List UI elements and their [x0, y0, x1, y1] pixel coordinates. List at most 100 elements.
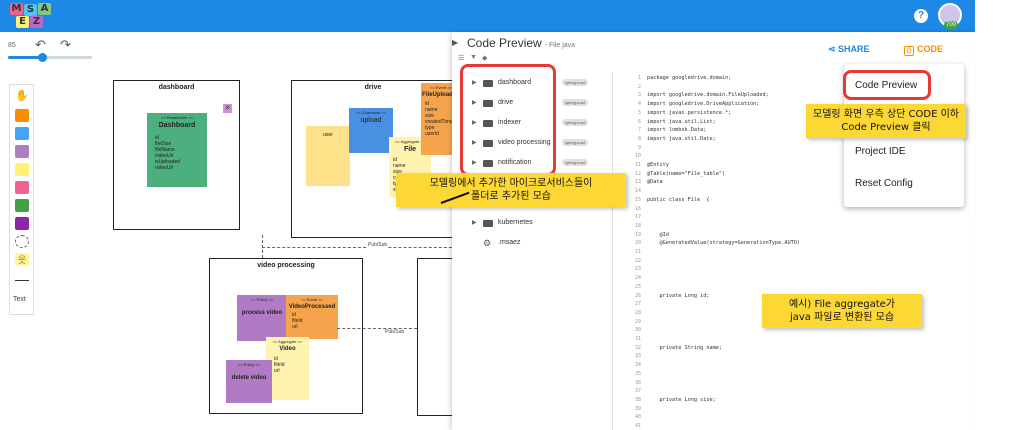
field-name: videoUrl [155, 165, 174, 171]
zoom-level: 85 [8, 42, 16, 49]
tree-badge: spring-boot [562, 79, 589, 86]
code-button[interactable]: {} CODE [904, 44, 943, 56]
undo-icon[interactable]: ↶ [35, 37, 46, 53]
code-icon: {} [904, 46, 914, 56]
redo-icon[interactable]: ↷ [60, 37, 71, 53]
line-number: 37 [634, 388, 641, 395]
filter-icon[interactable]: ▼ [470, 54, 477, 61]
line-number: 2 [637, 83, 641, 90]
collapse-icon[interactable]: ▶ [452, 38, 458, 47]
callout-java: 예시) File aggregate가 java 파일로 변환된 모습 [762, 294, 922, 328]
bc-title: dashboard [158, 84, 195, 91]
tree-item-label: .msaez [498, 239, 521, 246]
line-number: 31 [634, 336, 641, 342]
line-number: 27 [634, 301, 641, 308]
line-number: 35 [634, 370, 641, 377]
highlight-folders [460, 64, 556, 176]
line-number: 10 [634, 153, 641, 160]
connector [337, 328, 417, 329]
help-icon[interactable]: ? [914, 9, 928, 23]
sticky-readmodel-dashboard[interactable]: << ReadModel >> Dashboard id fileSize file… [147, 113, 207, 187]
code-line: import javax.persistence.*; [647, 109, 732, 116]
line-number: 25 [634, 283, 641, 290]
line-number: 28 [634, 309, 641, 316]
top-app-bar: MSAEZ ? 700 [0, 0, 975, 32]
sticky-policy-process-video[interactable]: << Policy >> process video [237, 295, 287, 341]
sticky-name: VideoProcessed [288, 304, 336, 310]
sticky-fields: id fileId url [266, 356, 309, 374]
line-number: 29 [634, 318, 641, 325]
bounded-context-video-processing[interactable]: video processing << Policy >> process vi… [209, 258, 363, 414]
zoom-slider[interactable] [8, 53, 92, 62]
code-line: import java.util.Date; [647, 135, 716, 142]
wrench-icon[interactable]: ✕ [223, 104, 232, 113]
line-number: 5 [637, 109, 641, 116]
line-number: 32 [634, 344, 641, 351]
share-icon: ⋖ [828, 44, 839, 54]
line-number: 19 [634, 231, 641, 238]
bounded-context-partial[interactable] [417, 258, 457, 416]
line-number: 30 [634, 327, 641, 334]
field-name: url [292, 324, 298, 330]
code-line: public class File { [647, 196, 710, 203]
line-number: 3 [637, 92, 641, 99]
diff-icon[interactable]: ◆ [482, 54, 487, 62]
sticky-actor-user[interactable]: user [306, 126, 350, 186]
callout-menu: 모델링 화면 우측 상단 CODE 이하 Code Preview 클릭 [806, 104, 966, 138]
code-preview-title: Code Preview - File.java [467, 36, 576, 50]
line-number: 9 [637, 144, 641, 151]
code-line: private String name; [647, 344, 722, 351]
code-line: @Table(name="File_table") [647, 170, 726, 177]
sticky-name: Dashboard [158, 122, 196, 129]
code-line: import lombok.Data; [647, 127, 707, 134]
menu-item-project-ide[interactable]: Project IDE [855, 146, 906, 157]
sticky-command-upload[interactable]: << Command >> upload [349, 108, 393, 153]
line-number: 33 [634, 353, 641, 360]
expand-arrow-icon[interactable]: ▶ [472, 219, 477, 226]
logo-tile: Z [30, 16, 43, 28]
sticky-policy-delete-video[interactable]: << Policy >> delete video [226, 360, 272, 403]
msaez-logo[interactable]: MSAEZ [10, 3, 68, 29]
sticky-stereotype: << Command >> [355, 110, 387, 115]
code-line: import googledrive.domain.FileUploaded; [647, 92, 769, 99]
line-number: 34 [634, 362, 641, 369]
sticky-stereotype: << Policy >> [237, 362, 261, 367]
menu-item-reset-config[interactable]: Reset Config [855, 178, 913, 189]
tree-badge: spring-boot [562, 139, 589, 146]
line-number: 18 [634, 222, 641, 229]
line-number: 4 [637, 101, 641, 108]
folder-icon [483, 220, 493, 227]
line-number: 8 [637, 135, 641, 142]
line-number: 21 [634, 249, 641, 255]
line-number: 22 [634, 257, 641, 264]
sticky-event-videoprocessed[interactable]: << Event >> VideoProcessed id fileId url [286, 295, 338, 339]
sticky-stereotype: << ReadModel >> [160, 115, 194, 120]
list-icon[interactable]: ☰ [458, 54, 464, 62]
zoom-slider-thumb[interactable] [38, 53, 47, 62]
bounded-context-dashboard[interactable]: dashboard ✕ << ReadModel >> Dashboard id… [113, 80, 240, 230]
bounded-context-drive[interactable]: drive user << Command >> upload << Aggre… [291, 80, 461, 238]
code-line: @GeneratedValue(strategy=GenerationType.… [647, 240, 801, 247]
modeling-canvas[interactable]: dashboard ✕ << ReadModel >> Dashboard id… [0, 72, 461, 430]
sticky-aggregate-video[interactable]: << Aggregate >> Video id fileId url [266, 337, 309, 400]
sticky-stereotype: << Event >> [301, 297, 323, 302]
line-number: 17 [634, 214, 641, 221]
sticky-fields: id fileId url [286, 312, 338, 330]
line-number: 11 [634, 162, 641, 168]
line-number: 40 [634, 414, 641, 421]
sticky-name: upload [360, 117, 382, 124]
tree-badge: spring-boot [562, 119, 589, 126]
code-line: package googledrive.domain; [647, 75, 732, 81]
share-button[interactable]: ⋖ SHARE [828, 44, 870, 55]
tree-badge: spring-boot [562, 159, 589, 166]
sticky-name: Video [279, 346, 296, 352]
sticky-name: user [323, 132, 333, 138]
field-name: url [274, 368, 280, 374]
tree-item-kubernetes[interactable]: ▶ kubernetes [472, 218, 612, 232]
sticky-name: process video [241, 310, 283, 316]
line-number: 36 [634, 379, 641, 386]
code-line: import java.util.List; [647, 118, 716, 125]
sticky-name: delete video [231, 375, 267, 381]
tree-item-msaez[interactable]: ⚙ .msaez [472, 238, 612, 252]
avatar-badge: 700 [944, 21, 959, 29]
